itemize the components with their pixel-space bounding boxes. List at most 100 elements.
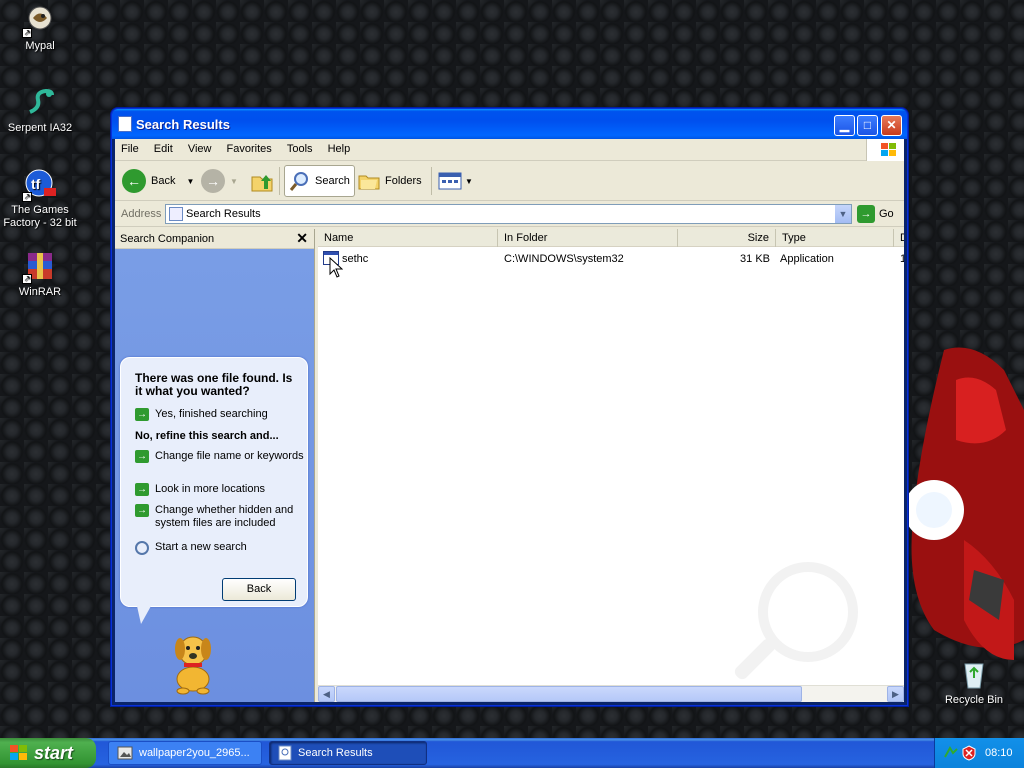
column-type[interactable]: Type xyxy=(776,229,894,247)
search-dog-icon xyxy=(175,636,211,695)
serpent-icon xyxy=(24,86,56,118)
search-results-task-icon xyxy=(278,745,292,761)
change-file-name-option[interactable]: → Change file name or keywords xyxy=(135,450,305,463)
hidden-system-files-option[interactable]: → Change whether hidden and system files… xyxy=(135,504,305,530)
image-viewer-icon xyxy=(117,746,133,760)
option-label: Change file name or keywords xyxy=(155,450,304,462)
desktop-icon-games-factory[interactable]: tf ↗ The Games Factory - 32 bit xyxy=(0,168,80,230)
result-question: There was one file found. Is it what you… xyxy=(135,371,293,398)
magnifier-icon xyxy=(135,541,149,555)
taskbar-item-search-results[interactable]: Search Results xyxy=(269,741,427,765)
result-size: 31 KB xyxy=(740,253,770,265)
search-companion-title: Search Companion xyxy=(120,233,215,245)
menu-file[interactable]: File xyxy=(115,139,145,161)
go-label: Go xyxy=(879,208,894,220)
views-icon xyxy=(438,172,462,190)
green-arrow-icon: → xyxy=(135,408,149,421)
search-companion-pane: Search Companion ✕ There was one file fo… xyxy=(115,229,315,702)
more-locations-option[interactable]: → Look in more locations xyxy=(135,483,305,496)
maximize-button[interactable]: □ xyxy=(857,115,878,136)
green-arrow-icon: → xyxy=(135,483,149,496)
forward-button[interactable]: → ▼ xyxy=(201,165,238,197)
desktop-icon-recycle-bin[interactable]: Recycle Bin xyxy=(934,658,1014,707)
search-results-window-icon xyxy=(118,116,132,132)
up-folder-icon xyxy=(251,175,273,192)
window-client: File Edit View Favorites Tools Help ← Ba… xyxy=(115,139,904,702)
back-dropdown-icon[interactable]: ▼ xyxy=(186,177,194,186)
views-dropdown-icon: ▼ xyxy=(465,176,473,186)
start-label: start xyxy=(34,742,74,763)
title-bar[interactable]: Search Results ▁ □ ✕ xyxy=(112,109,907,139)
go-button[interactable]: → Go xyxy=(857,204,894,224)
scroll-left-icon[interactable]: ◀ xyxy=(318,686,335,702)
column-size[interactable]: Size xyxy=(678,229,776,247)
scroll-right-icon[interactable]: ▶ xyxy=(887,686,904,702)
search-watermark-handle xyxy=(732,636,778,682)
address-label: Address xyxy=(121,208,162,220)
close-button[interactable]: ✕ xyxy=(881,115,902,136)
folders-icon xyxy=(358,175,380,190)
minimize-button[interactable]: ▁ xyxy=(834,115,855,136)
folders-button[interactable]: Folders xyxy=(358,165,422,197)
menu-favorites[interactable]: Favorites xyxy=(221,139,278,161)
network-icon[interactable] xyxy=(943,745,959,761)
taskbar-item-wallpaper[interactable]: wallpaper2you_2965... xyxy=(108,741,262,765)
result-name: sethc xyxy=(342,253,369,265)
search-button[interactable]: Search xyxy=(284,165,355,197)
desktop-icon-serpent[interactable]: Serpent IA32 xyxy=(0,86,80,135)
desktop-icon-mypal[interactable]: ↗ Mypal xyxy=(0,4,80,53)
folders-label: Folders xyxy=(385,175,422,187)
menu-edit[interactable]: Edit xyxy=(148,139,179,161)
column-in-folder[interactable]: In Folder xyxy=(498,229,678,247)
window-title: Search Results xyxy=(136,117,230,132)
scrollbar-thumb[interactable] xyxy=(336,686,802,702)
menu-view[interactable]: View xyxy=(182,139,218,161)
clock: 08:10 xyxy=(985,747,1013,759)
green-arrow-icon: → xyxy=(135,450,149,463)
desktop-icon-winrar[interactable]: ↗ WinRAR xyxy=(0,250,80,299)
taskbar: start wallpaper2you_2965... Search Resul… xyxy=(0,738,1024,768)
menu-help[interactable]: Help xyxy=(322,139,357,161)
shortcut-arrow-icon: ↗ xyxy=(22,274,32,284)
toolbar-separator xyxy=(431,167,432,195)
svg-text:tf: tf xyxy=(31,176,41,192)
shortcut-arrow-icon: ↗ xyxy=(22,28,32,38)
address-dropdown-icon[interactable]: ▼ xyxy=(834,205,851,223)
menu-tools[interactable]: Tools xyxy=(281,139,319,161)
column-name[interactable]: Name xyxy=(318,229,498,247)
up-folder-button[interactable] xyxy=(250,165,274,197)
security-alert-icon[interactable] xyxy=(961,745,977,761)
new-search-option[interactable]: Start a new search xyxy=(135,541,305,555)
back-button[interactable]: ← Back ▼ xyxy=(122,165,194,197)
column-date[interactable]: D xyxy=(894,229,904,247)
desktop-icon-label: Serpent IA32 xyxy=(7,122,73,134)
result-row[interactable]: sethc C:\WINDOWS\system32 31 KB Applicat… xyxy=(318,251,904,269)
games-factory-icon: tf ↗ xyxy=(22,168,56,202)
mouse-cursor-icon xyxy=(329,257,343,278)
windows-flag-icon xyxy=(10,745,28,761)
bubble-tail xyxy=(137,606,151,624)
task-label: wallpaper2you_2965... xyxy=(139,747,250,759)
back-label: Back xyxy=(151,175,176,187)
option-label: Change whether hidden and system files a… xyxy=(155,504,294,529)
horizontal-scrollbar[interactable]: ◀ ▶ xyxy=(318,685,904,702)
windows-logo-icon xyxy=(866,139,904,161)
mypal-icon: ↗ xyxy=(22,4,56,38)
toolbar-separator xyxy=(279,167,280,195)
system-tray: 08:10 xyxy=(934,738,1024,768)
finished-searching-option[interactable]: → Yes, finished searching xyxy=(135,408,305,421)
results-list: Name In Folder Size Type D sethc C:\WIND… xyxy=(318,229,904,702)
companion-bubble: There was one file found. Is it what you… xyxy=(120,357,308,607)
views-button[interactable]: ▼ xyxy=(438,165,473,197)
address-field[interactable]: Search Results ▼ xyxy=(165,204,852,224)
close-pane-icon[interactable]: ✕ xyxy=(296,230,308,247)
go-arrow-icon: → xyxy=(857,205,875,223)
address-value: Search Results xyxy=(186,208,261,220)
start-button[interactable]: start xyxy=(0,738,96,768)
companion-back-button[interactable]: Back xyxy=(222,578,296,601)
desktop-icon-label: The Games Factory - 32 bit xyxy=(3,204,77,229)
forward-arrow-icon: → xyxy=(201,169,225,193)
recycle-bin-icon xyxy=(958,658,990,690)
back-arrow-icon: ← xyxy=(122,169,146,193)
wallpaper-robot xyxy=(904,347,1024,660)
